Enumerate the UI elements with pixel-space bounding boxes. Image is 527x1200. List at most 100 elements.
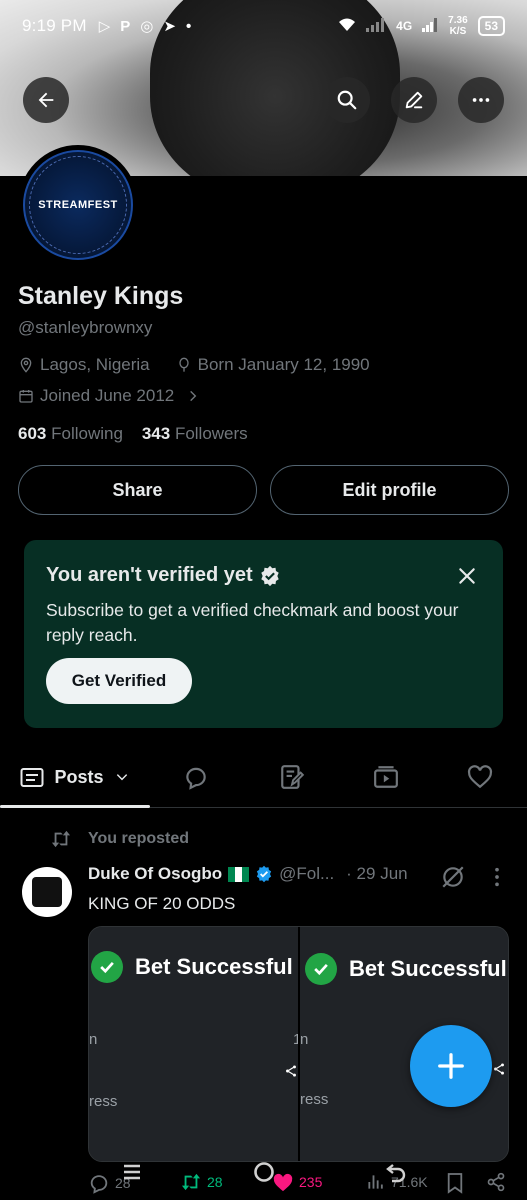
- tab-likes[interactable]: [444, 748, 516, 806]
- back-arrow-icon: [386, 1164, 406, 1183]
- media-image-1[interactable]: Bet Successful n 1 ress: [89, 927, 301, 1161]
- bet-title: Bet Successful: [349, 956, 507, 981]
- bet-title: Bet Successful: [135, 954, 293, 979]
- post-header: Duke Of Osogbo @Fol... · 29 Jun: [88, 864, 408, 884]
- post-author-name[interactable]: Duke Of Osogbo: [88, 864, 222, 884]
- system-navigation-bar: [0, 1150, 527, 1200]
- get-verified-button[interactable]: Get Verified: [46, 658, 192, 704]
- edit-button[interactable]: [391, 77, 437, 123]
- post-author-avatar[interactable]: [22, 867, 72, 917]
- signal-icon-2: [422, 17, 438, 35]
- fragment-text: n: [89, 1031, 98, 1048]
- repost-indicator: You reposted: [50, 829, 189, 849]
- share-icon: [286, 1065, 296, 1077]
- repost-label: You reposted: [88, 830, 190, 847]
- edit-icon: [405, 91, 423, 109]
- profile-avatar[interactable]: STREAMFEST: [18, 145, 138, 265]
- status-time: 9:19 PM: [22, 16, 87, 35]
- wifi-icon: [338, 18, 356, 35]
- verified-badge-icon: [260, 565, 279, 586]
- calendar-icon: [19, 390, 33, 403]
- verify-description: Subscribe to get a verified checkmark an…: [46, 600, 459, 645]
- more-vertical-icon: [495, 867, 499, 887]
- chevron-right-icon: [190, 390, 197, 402]
- recent-apps-button[interactable]: [120, 1160, 144, 1189]
- author-logo: [32, 877, 62, 907]
- posts-icon: [20, 768, 44, 787]
- post-date: · 29 Jun: [346, 864, 408, 883]
- close-button[interactable]: [457, 566, 477, 591]
- menu-icon: [124, 1164, 140, 1180]
- bet-title-row: Bet Successful: [91, 951, 293, 983]
- compose-post-button[interactable]: [410, 1025, 492, 1107]
- profile-location: Lagos, Nigeria: [40, 355, 150, 374]
- battery-indicator: 53: [477, 16, 505, 36]
- chevron-down-icon: [116, 774, 127, 781]
- verify-title: You aren't verified yet: [46, 564, 253, 586]
- reply-icon: [186, 767, 206, 790]
- system-back-button[interactable]: [384, 1160, 408, 1189]
- search-button[interactable]: [324, 77, 370, 123]
- following-link[interactable]: 603 Following: [18, 424, 123, 443]
- more-button[interactable]: [458, 77, 504, 123]
- share-button[interactable]: Share: [18, 465, 257, 515]
- fragment-text: ress: [89, 1093, 118, 1110]
- more-horizontal-icon: [472, 98, 490, 102]
- home-button[interactable]: [252, 1160, 276, 1189]
- nigeria-flag-icon: [228, 866, 250, 882]
- fragment-text: ress: [300, 1091, 329, 1108]
- profile-name: Stanley Kings: [18, 282, 184, 310]
- balloon-icon: [178, 357, 189, 372]
- verification-prompt-card: You aren't verified yet Subscribe to get…: [24, 540, 503, 728]
- dot-icon: •: [185, 17, 192, 35]
- grok-button[interactable]: [440, 864, 466, 895]
- grok-icon: [442, 866, 464, 888]
- fragment-text: n: [300, 1031, 309, 1048]
- location-icon: [20, 357, 32, 373]
- tab-posts-label: Posts: [54, 766, 104, 787]
- telegram-icon: ➤: [163, 18, 176, 35]
- back-button[interactable]: [23, 77, 69, 123]
- profile-joined: Joined June 2012: [40, 386, 175, 405]
- home-circle-icon: [254, 1162, 274, 1182]
- arrow-left-icon: [38, 92, 54, 108]
- bet-title-row: Bet Successful: [305, 953, 507, 985]
- avatar-image: STREAMFEST: [23, 150, 133, 260]
- repost-icon: [51, 830, 71, 848]
- profile-meta-row: Lagos, Nigeria Born January 12, 1990: [18, 355, 370, 375]
- signal-icon: [366, 17, 386, 35]
- active-tab-indicator: [0, 805, 150, 808]
- profile-joined-row[interactable]: Joined June 2012: [18, 386, 200, 406]
- tab-articles[interactable]: [256, 748, 328, 806]
- close-icon: [459, 568, 475, 584]
- article-icon: [281, 765, 305, 789]
- media-icon: [374, 766, 398, 788]
- check-circle-icon: [91, 951, 123, 983]
- avatar-ring: [29, 156, 127, 254]
- share-icon: [494, 1063, 504, 1075]
- tab-replies[interactable]: [160, 748, 232, 806]
- p-icon: P: [120, 17, 131, 35]
- net-speed: 7.36 K/S: [448, 15, 468, 37]
- post-author-handle: @Fol...: [279, 864, 335, 883]
- verify-title-row: You aren't verified yet: [46, 564, 281, 587]
- verified-badge-icon: [257, 865, 272, 883]
- tab-media[interactable]: [350, 748, 422, 806]
- status-bar: 9:19 PM ▷ P ◎ ➤ • 4G 7.36 K/S 53: [0, 0, 527, 52]
- post-more-button[interactable]: [492, 866, 502, 893]
- search-icon: [337, 90, 357, 110]
- play-icon: ▷: [98, 18, 111, 35]
- whatsapp-icon: ◎: [140, 18, 154, 35]
- followers-link[interactable]: 343 Followers: [142, 424, 248, 443]
- profile-birthday: Born January 12, 1990: [197, 355, 370, 374]
- profile-tabs: Posts: [0, 748, 527, 808]
- edit-profile-button[interactable]: Edit profile: [270, 465, 509, 515]
- profile-handle: @stanleybrownxy: [18, 318, 153, 337]
- plus-icon: [438, 1053, 464, 1079]
- follow-stats: 603 Following 343 Followers: [18, 424, 248, 444]
- check-circle-icon: [305, 953, 337, 985]
- tab-posts[interactable]: Posts: [0, 748, 150, 806]
- notification-icons: ▷ P ◎ ➤ •: [98, 17, 192, 36]
- heart-icon: [467, 765, 493, 789]
- post-text: KING OF 20 ODDS: [88, 894, 236, 913]
